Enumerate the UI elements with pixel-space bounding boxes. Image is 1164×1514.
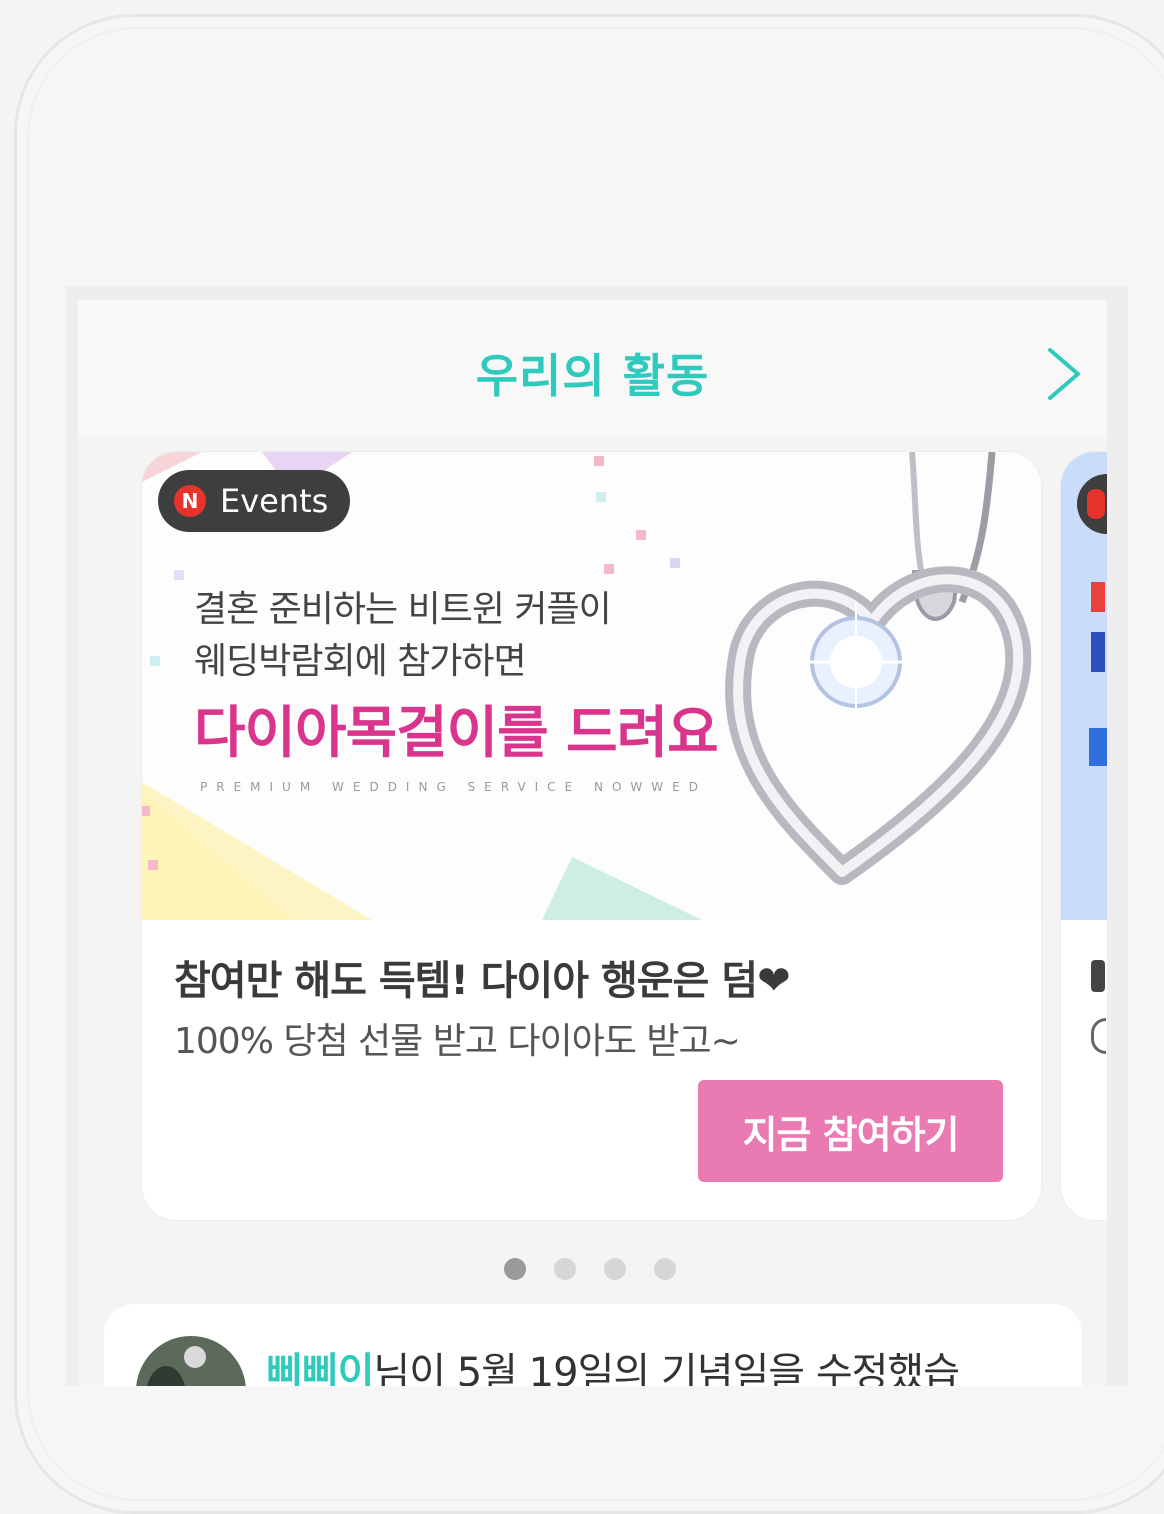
banner-tagline: PREMIUM WEDDING SERVICE NOWWED bbox=[200, 780, 707, 794]
section-header: 우리의 활동 bbox=[78, 300, 1107, 436]
events-badge-label: Events bbox=[220, 482, 329, 520]
avatar[interactable] bbox=[136, 1336, 246, 1386]
feed-container: 우리의 활동 N Events 결혼 준비하는 비트윈 커플이 웨딩박람회에 참… bbox=[78, 300, 1107, 1386]
activity-nickname[interactable]: 삐삐이 bbox=[266, 1350, 374, 1386]
event-subtitle: 100% 당첨 선물 받고 다이아도 받고~ bbox=[174, 1021, 741, 1062]
pagination-dot-4[interactable] bbox=[654, 1258, 676, 1280]
next-banner-label-fragment bbox=[1089, 728, 1107, 766]
join-now-button[interactable]: 지금 참여하기 bbox=[698, 1080, 1003, 1182]
banner-line-2: 웨딩박람회에 참가하면 bbox=[194, 641, 527, 682]
section-title: 우리의 활동 bbox=[475, 349, 710, 403]
next-subtitle-fragment bbox=[1091, 1018, 1106, 1054]
banner-headline: 다이아목걸이를 드려요 bbox=[194, 701, 719, 766]
next-event-card[interactable] bbox=[1061, 452, 1107, 1220]
banner-line-1: 결혼 준비하는 비트윈 커플이 bbox=[194, 589, 612, 630]
event-card[interactable]: N Events 결혼 준비하는 비트윈 커플이 웨딩박람회에 참가하면 다이아… bbox=[142, 452, 1041, 1220]
activity-message-text: 님이 5월 19일의 기념일을 수정했습 bbox=[373, 1350, 960, 1386]
event-title: 참여만 해도 득템! 다이아 행운은 덤❤ bbox=[174, 958, 791, 1004]
events-badge: N Events bbox=[158, 470, 351, 532]
next-title-fragment bbox=[1091, 960, 1105, 992]
next-banner-text-fragment bbox=[1091, 582, 1105, 612]
next-new-dot-icon bbox=[1087, 489, 1105, 519]
event-banner[interactable]: N Events 결혼 준비하는 비트윈 커플이 웨딩박람회에 참가하면 다이아… bbox=[142, 452, 1041, 920]
activity-message: 삐삐이님이 5월 19일의 기념일을 수정했습 bbox=[266, 1340, 960, 1386]
carousel-pagination bbox=[504, 1258, 676, 1280]
new-dot-icon: N bbox=[174, 485, 206, 517]
next-banner-text-fragment bbox=[1091, 632, 1105, 672]
pagination-dot-2[interactable] bbox=[554, 1258, 576, 1280]
app-screen: 우리의 활동 N Events 결혼 준비하는 비트윈 커플이 웨딩박람회에 참… bbox=[66, 286, 1128, 1386]
chevron-right-icon[interactable] bbox=[1044, 346, 1084, 402]
pagination-dot-3[interactable] bbox=[604, 1258, 626, 1280]
pagination-dot-1[interactable] bbox=[504, 1258, 526, 1280]
